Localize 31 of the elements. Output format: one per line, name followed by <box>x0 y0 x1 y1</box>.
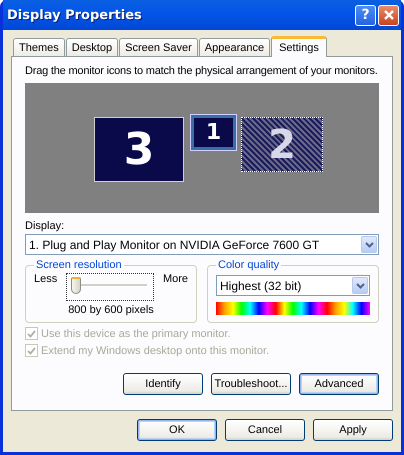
panel-button[interactable]: Troubleshoot... <box>211 373 291 395</box>
display-dropdown[interactable]: 1. Plug and Play Monitor on NVIDIA GeForce 7600 GT <box>25 234 379 255</box>
dialog-button[interactable]: Cancel <box>225 419 305 441</box>
checkbox-label: Extend my Windows desktop onto this monitor. <box>41 344 270 356</box>
tab[interactable]: Desktop <box>66 38 118 56</box>
close-button[interactable] <box>378 4 399 26</box>
tab[interactable]: Settings <box>271 36 327 57</box>
tab[interactable]: Screen Saver <box>119 38 198 56</box>
monitor-icon[interactable]: 1 <box>191 115 236 150</box>
resolution-slider[interactable] <box>66 273 154 301</box>
group-title: Screen resolution <box>35 259 123 271</box>
help-button[interactable]: ? <box>355 4 376 26</box>
dialog-button[interactable]: Apply <box>313 419 393 441</box>
color-quality-dropdown[interactable]: Highest (32 bit) <box>216 275 370 296</box>
resolution-reading: 800 by 600 pixels <box>67 304 155 316</box>
monitor-icon[interactable]: 3 <box>94 117 184 182</box>
group-title: Color quality <box>217 259 280 271</box>
monitor-icon[interactable]: 2 <box>241 117 323 172</box>
dialog-button[interactable]: OK <box>137 419 217 441</box>
panel-button[interactable]: Identify <box>123 373 203 395</box>
slider-thumb[interactable] <box>71 277 82 294</box>
tab[interactable]: Themes <box>13 38 65 56</box>
window-title: Display Properties <box>7 8 143 22</box>
checkbox-label: Use this device as the primary monitor. <box>41 328 231 340</box>
display-label: Display: <box>25 220 66 232</box>
instructions-text: Drag the monitor icons to match the physical arrangement of your monitors. <box>25 64 379 78</box>
tab[interactable]: Appearance <box>198 38 270 56</box>
panel-button[interactable]: Advanced <box>299 373 379 395</box>
less-label: Less <box>34 273 58 285</box>
close-icon <box>382 9 394 21</box>
more-label: More <box>162 273 188 285</box>
